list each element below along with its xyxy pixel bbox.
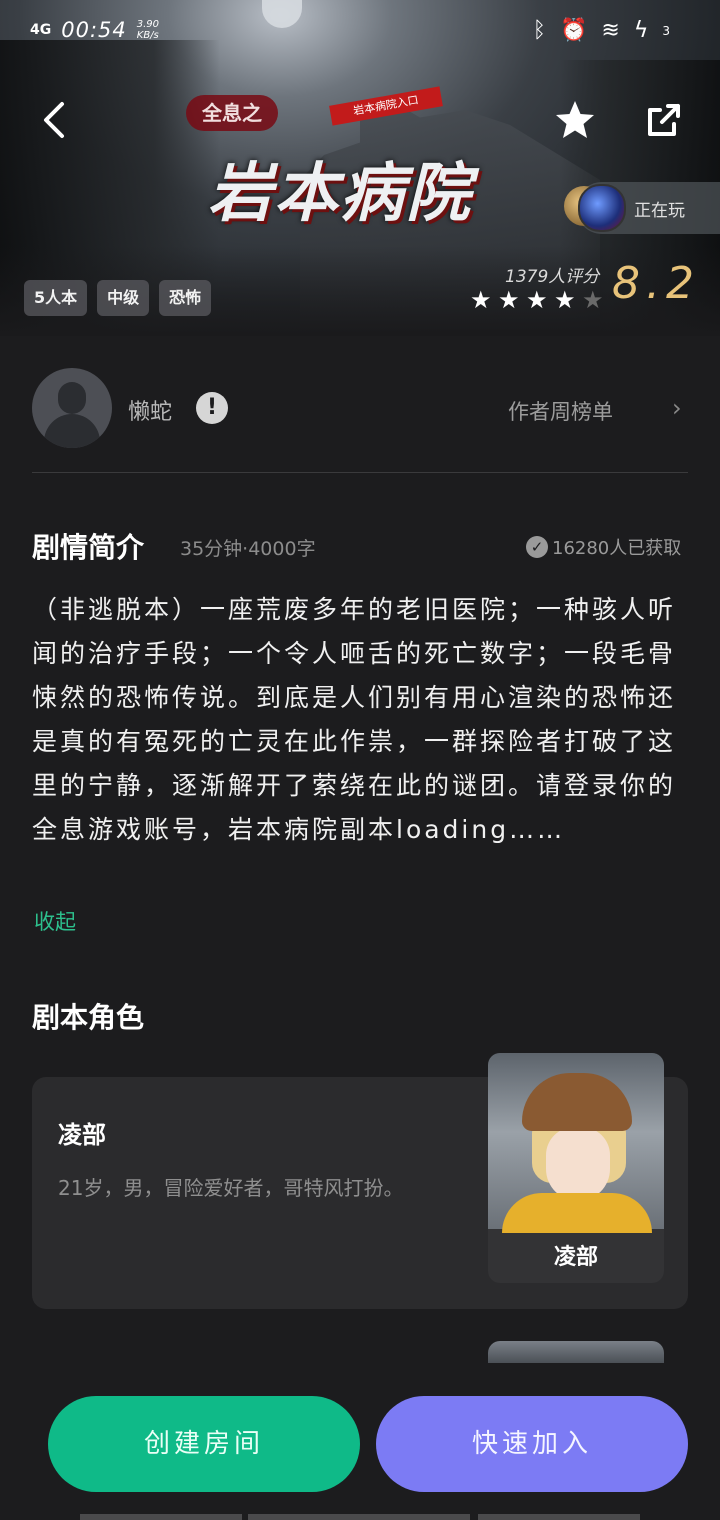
battery-level: 3 <box>662 23 670 38</box>
role-portrait-partial[interactable] <box>488 1341 664 1363</box>
quick-join-button[interactable]: 快速加入 <box>376 1396 688 1492</box>
role-name: 凌部 <box>58 1121 106 1149</box>
network-speed: 3.90 KB/s <box>136 19 160 41</box>
status-time: 00:54 <box>61 18 127 42</box>
intro-meta: 35分钟·4000字 <box>180 538 316 560</box>
star-icon: ★ <box>554 286 576 314</box>
tag-player-count: 5人本 <box>24 280 88 316</box>
tag-difficulty: 中级 <box>97 280 150 316</box>
avatar[interactable] <box>32 368 112 448</box>
tag-genre: 恐怖 <box>159 280 212 316</box>
rating-count: 1379人评分 <box>505 267 600 287</box>
game-title: 岩本病院 <box>208 156 472 231</box>
author-weekly-rank-link[interactable]: 作者周榜单 <box>508 396 613 426</box>
status-bar: 4G 00:54 3.90 KB/s ᛒ ⏰ ≋ ϟ 3 <box>0 0 720 64</box>
network-indicator: 4G <box>30 22 52 38</box>
star-icon: ★ <box>498 286 520 314</box>
charging-icon: ϟ <box>633 18 649 43</box>
now-playing-label: 正在玩 <box>634 201 685 221</box>
bluetooth-icon: ᛒ <box>532 18 546 43</box>
role-description: 21岁，男，冒险爱好者，哥特风打扮。 <box>58 1176 404 1200</box>
acquired-count: ✓ 16280人已获取 <box>526 534 681 560</box>
role-portrait[interactable]: 凌部 <box>488 1053 664 1283</box>
role-portrait-label: 凌部 <box>553 1245 598 1270</box>
author-row[interactable]: 懒蛇 ! 作者周榜单 › <box>32 368 688 448</box>
star-empty-icon: ★ <box>582 286 604 314</box>
collapse-link[interactable]: 收起 <box>34 906 76 936</box>
chevron-right-icon[interactable]: › <box>672 394 682 422</box>
avatar <box>578 184 626 232</box>
star-icon: ★ <box>526 286 548 314</box>
report-icon[interactable]: ! <box>196 392 228 424</box>
chevron-left-icon <box>44 102 64 138</box>
series-logo: 全息之 <box>186 95 278 131</box>
share-icon <box>648 104 680 136</box>
nav-hint <box>248 1514 470 1520</box>
nav-hint <box>80 1514 242 1520</box>
wifi-icon: ≋ <box>601 18 620 43</box>
create-room-button[interactable]: 创建房间 <box>48 1396 360 1492</box>
share-button[interactable] <box>644 100 684 140</box>
star-icon: ★ <box>470 286 492 314</box>
alarm-icon: ⏰ <box>560 18 588 43</box>
star-icon <box>556 101 594 138</box>
nav-hint <box>478 1514 640 1520</box>
now-playing-chip[interactable]: 正在玩 <box>564 182 720 234</box>
author-name[interactable]: 懒蛇 <box>128 394 172 426</box>
rating-score: 8.2 <box>612 258 700 309</box>
tag-list: 5人本 中级 恐怖 <box>24 280 212 316</box>
star-rating: ★ ★ ★ ★ ★ <box>470 288 606 312</box>
roles-heading: 剧本角色 <box>32 1001 145 1034</box>
intro-heading: 剧情简介 <box>32 531 145 564</box>
back-button[interactable] <box>38 100 72 140</box>
check-circle-icon: ✓ <box>526 536 548 558</box>
divider <box>32 472 688 473</box>
intro-text: （非逃脱本）一座荒废多年的老旧医院；一种骇人听闻的治疗手段；一个令人咂舌的死亡数… <box>32 595 677 844</box>
favorite-button[interactable] <box>553 98 597 142</box>
